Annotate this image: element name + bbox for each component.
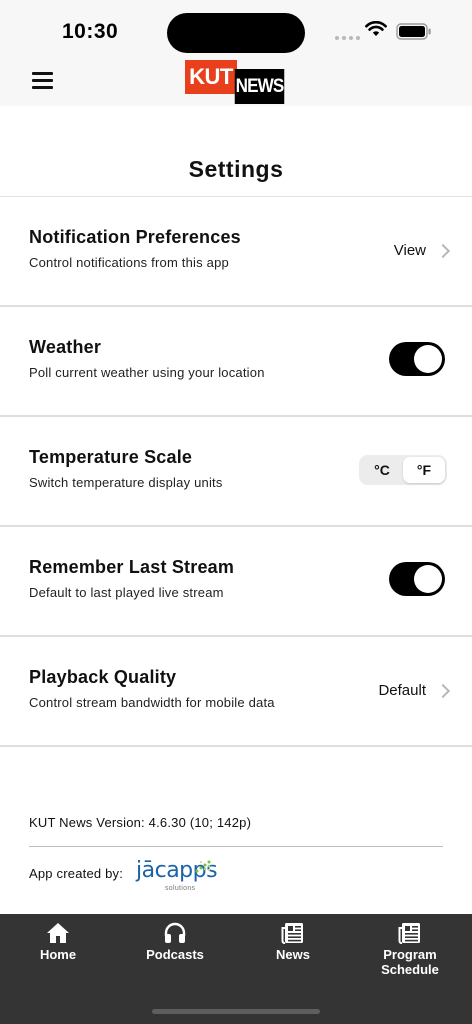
headphones-icon <box>164 922 186 943</box>
chevron-right-icon <box>435 683 451 699</box>
setting-title: Weather <box>29 337 102 357</box>
setting-title: Notification Preferences <box>29 227 241 247</box>
tab-podcasts[interactable]: Podcasts <box>125 922 225 962</box>
newspaper-icon <box>281 923 303 944</box>
setting-row-remember-last-stream: Remember Last Stream Default to last pla… <box>0 527 472 637</box>
setting-title: Playback Quality <box>29 667 177 687</box>
tab-label: Home <box>39 947 77 962</box>
cellular-signal-icon <box>335 36 360 40</box>
bottom-tab-bar: Home Podcasts News Program Schedule <box>0 914 472 1024</box>
setting-title: Temperature Scale <box>29 447 193 467</box>
setting-row-playback-quality[interactable]: Playback Quality Control stream bandwidt… <box>0 637 472 747</box>
setting-row-notification-preferences[interactable]: Notification Preferences Control notific… <box>0 197 472 307</box>
setting-row-weather: Weather Poll current weather using your … <box>0 307 472 417</box>
toggle-knob <box>414 345 442 373</box>
toggle-knob <box>414 565 442 593</box>
tab-label: Program Schedule <box>381 947 439 977</box>
celsius-option[interactable]: °C <box>361 457 403 483</box>
jacapps-logo-sub: solutions <box>165 885 196 892</box>
kut-news-logo: KUT NEWS <box>185 60 287 104</box>
notification-preferences-value[interactable]: View <box>394 242 426 259</box>
nav-header: KUT NEWS <box>0 60 472 106</box>
remember-last-stream-toggle[interactable] <box>389 562 445 596</box>
settings-list: Notification Preferences Control notific… <box>0 197 472 747</box>
footer-divider <box>29 846 443 847</box>
home-indicator <box>152 1009 320 1014</box>
jacapps-dots-icon <box>195 860 211 873</box>
setting-description: Poll current weather using your location <box>29 365 265 380</box>
logo-kut-text: KUT <box>185 60 237 94</box>
setting-description: Default to last played live stream <box>29 585 224 600</box>
setting-description: Control stream bandwidth for mobile data <box>29 695 275 710</box>
setting-description: Switch temperature display units <box>29 475 223 490</box>
page-title: Settings <box>188 156 284 182</box>
setting-title: Remember Last Stream <box>29 557 235 577</box>
battery-icon <box>396 23 431 40</box>
wifi-icon <box>365 21 387 36</box>
tab-news[interactable]: News <box>243 922 343 962</box>
app-version: KUT News Version: 4.6.30 (10; 142p) <box>29 815 252 830</box>
playback-quality-value[interactable]: Default <box>378 682 426 699</box>
tab-program-schedule[interactable]: Program Schedule <box>360 922 460 977</box>
setting-description: Control notifications from this app <box>29 255 229 270</box>
home-icon <box>47 923 69 943</box>
temperature-scale-segmented-control: °C °F <box>359 455 447 485</box>
schedule-icon <box>398 923 420 944</box>
setting-row-temperature-scale: Temperature Scale Switch temperature dis… <box>0 417 472 527</box>
logo-news-text: NEWS <box>234 69 284 104</box>
status-time: 10:30 <box>62 20 119 43</box>
tab-label: Podcasts <box>146 947 204 962</box>
dynamic-island <box>167 13 305 53</box>
hamburger-menu-icon[interactable] <box>32 72 54 90</box>
tab-home[interactable]: Home <box>8 922 108 962</box>
credit-label: App created by: <box>29 866 124 881</box>
tab-label: News <box>276 947 310 962</box>
weather-toggle[interactable] <box>389 342 445 376</box>
chevron-right-icon <box>435 243 451 259</box>
jacapps-logo[interactable]: jācapps solutions <box>136 858 218 896</box>
status-bar: 10:30 <box>0 0 472 60</box>
fahrenheit-option[interactable]: °F <box>403 457 445 483</box>
